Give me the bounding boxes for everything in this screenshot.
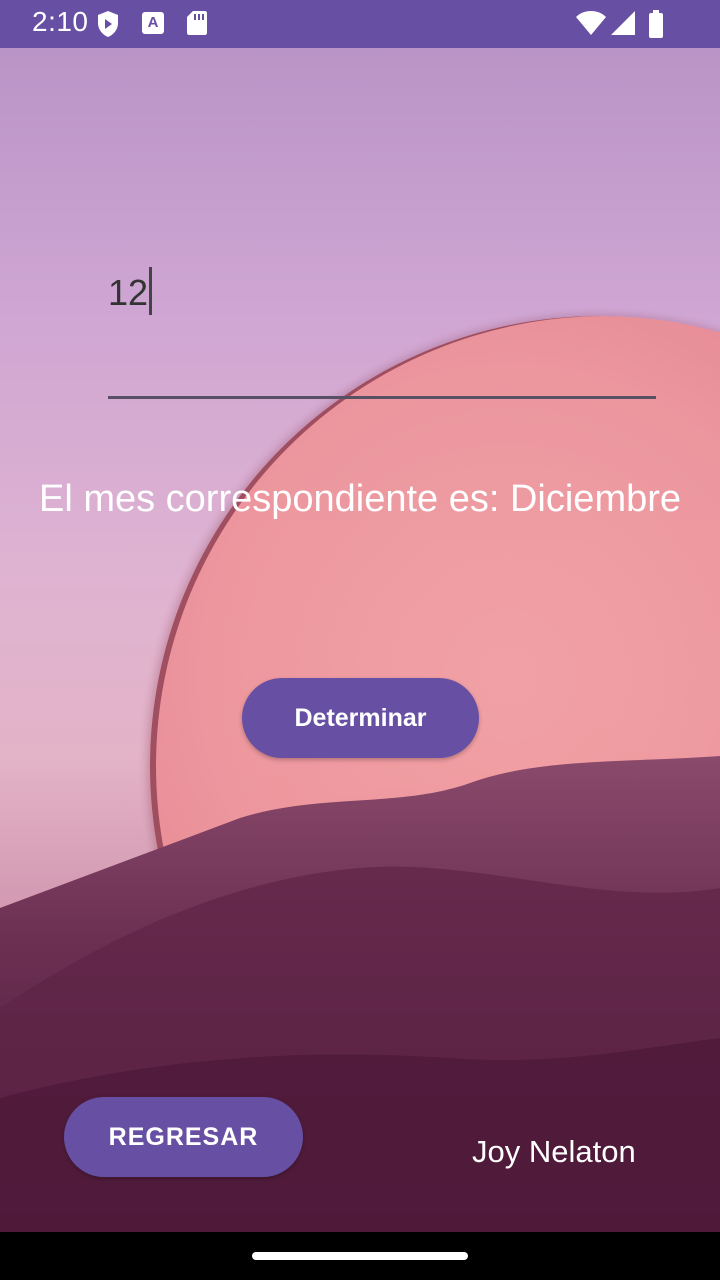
signal-icon bbox=[611, 11, 635, 35]
regresar-button[interactable]: REGRESAR bbox=[64, 1097, 303, 1177]
result-text: El mes correspondiente es: Diciembre bbox=[38, 478, 682, 520]
dunes-artwork bbox=[0, 756, 720, 1232]
author-label: Joy Nelaton bbox=[472, 1134, 636, 1169]
month-number-input[interactable]: 12 bbox=[108, 262, 656, 402]
sdcard-icon bbox=[187, 11, 207, 35]
input-value: 12 bbox=[108, 272, 149, 313]
app-screen: 2:10 A 12 El mes correspondiente es: Dic… bbox=[0, 0, 720, 1280]
determinar-button[interactable]: Determinar bbox=[242, 678, 479, 758]
navigation-bar bbox=[0, 1232, 720, 1280]
background-image bbox=[0, 48, 720, 1232]
status-bar: 2:10 A bbox=[0, 0, 720, 48]
input-underline bbox=[108, 396, 656, 399]
shield-icon bbox=[98, 11, 118, 37]
wifi-icon bbox=[576, 11, 606, 35]
status-time: 2:10 bbox=[32, 6, 89, 37]
home-gesture-handle[interactable] bbox=[252, 1252, 468, 1260]
a-icon: A bbox=[142, 12, 164, 34]
text-caret bbox=[149, 267, 153, 316]
battery-icon bbox=[649, 10, 663, 38]
